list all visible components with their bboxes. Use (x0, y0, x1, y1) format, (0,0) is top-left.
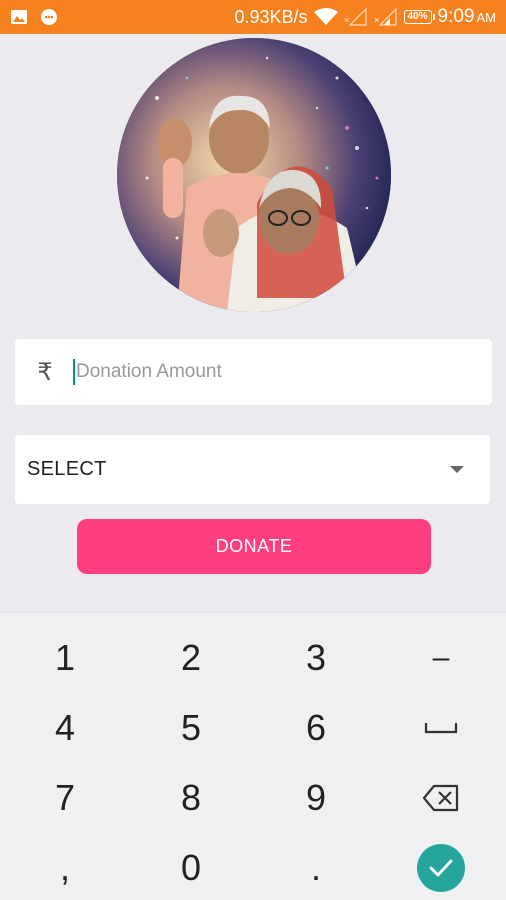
svg-text:×: × (374, 15, 379, 25)
clock-time: 9:09 AM (437, 6, 496, 27)
network-speed: 0.93KB/s (234, 6, 308, 27)
key-7[interactable]: 7 (2, 763, 128, 833)
space-key[interactable] (378, 693, 504, 763)
profile-photo-image (117, 38, 391, 312)
gallery-notification-icon (10, 8, 28, 26)
status-bar: 0.93KB/s × × 40% 9:09 AM (0, 0, 506, 34)
key-4[interactable]: 4 (2, 693, 128, 763)
signal-icon-1: × (344, 8, 368, 26)
rupee-icon: ₹ (37, 358, 53, 386)
svg-text:×: × (344, 15, 349, 25)
done-key[interactable] (378, 833, 504, 900)
donation-amount-input[interactable] (76, 361, 456, 383)
key-6[interactable]: 6 (253, 693, 379, 763)
wifi-icon (313, 8, 338, 26)
dropdown-arrow-icon (450, 466, 464, 473)
chat-notification-icon (40, 8, 58, 26)
text-cursor (73, 359, 75, 385)
key-8[interactable]: 8 (128, 763, 254, 833)
donation-amount-field[interactable]: ₹ (15, 339, 492, 405)
select-value: SELECT (27, 458, 107, 480)
key-2[interactable]: 2 (128, 623, 254, 693)
done-button[interactable] (417, 844, 465, 892)
numeric-keyboard: 1 2 3 – 4 5 6 7 8 9 , 0 . (0, 612, 506, 900)
check-icon (429, 859, 453, 877)
key-5[interactable]: 5 (128, 693, 254, 763)
key-9[interactable]: 9 (253, 763, 379, 833)
donate-button[interactable]: DONATE (77, 519, 431, 574)
backspace-icon (422, 784, 459, 812)
key-0[interactable]: 0 (128, 833, 254, 900)
key-3[interactable]: 3 (253, 623, 379, 693)
space-icon (424, 723, 458, 734)
key-1[interactable]: 1 (2, 623, 128, 693)
key-period[interactable]: . (253, 833, 379, 900)
battery-icon: 40% (403, 10, 435, 24)
key-dash[interactable]: – (378, 623, 504, 693)
signal-icon-2: × (374, 8, 398, 26)
select-dropdown[interactable]: SELECT (15, 435, 490, 504)
backspace-key[interactable] (378, 763, 504, 833)
key-comma[interactable]: , (2, 833, 128, 900)
profile-photo (117, 38, 391, 312)
